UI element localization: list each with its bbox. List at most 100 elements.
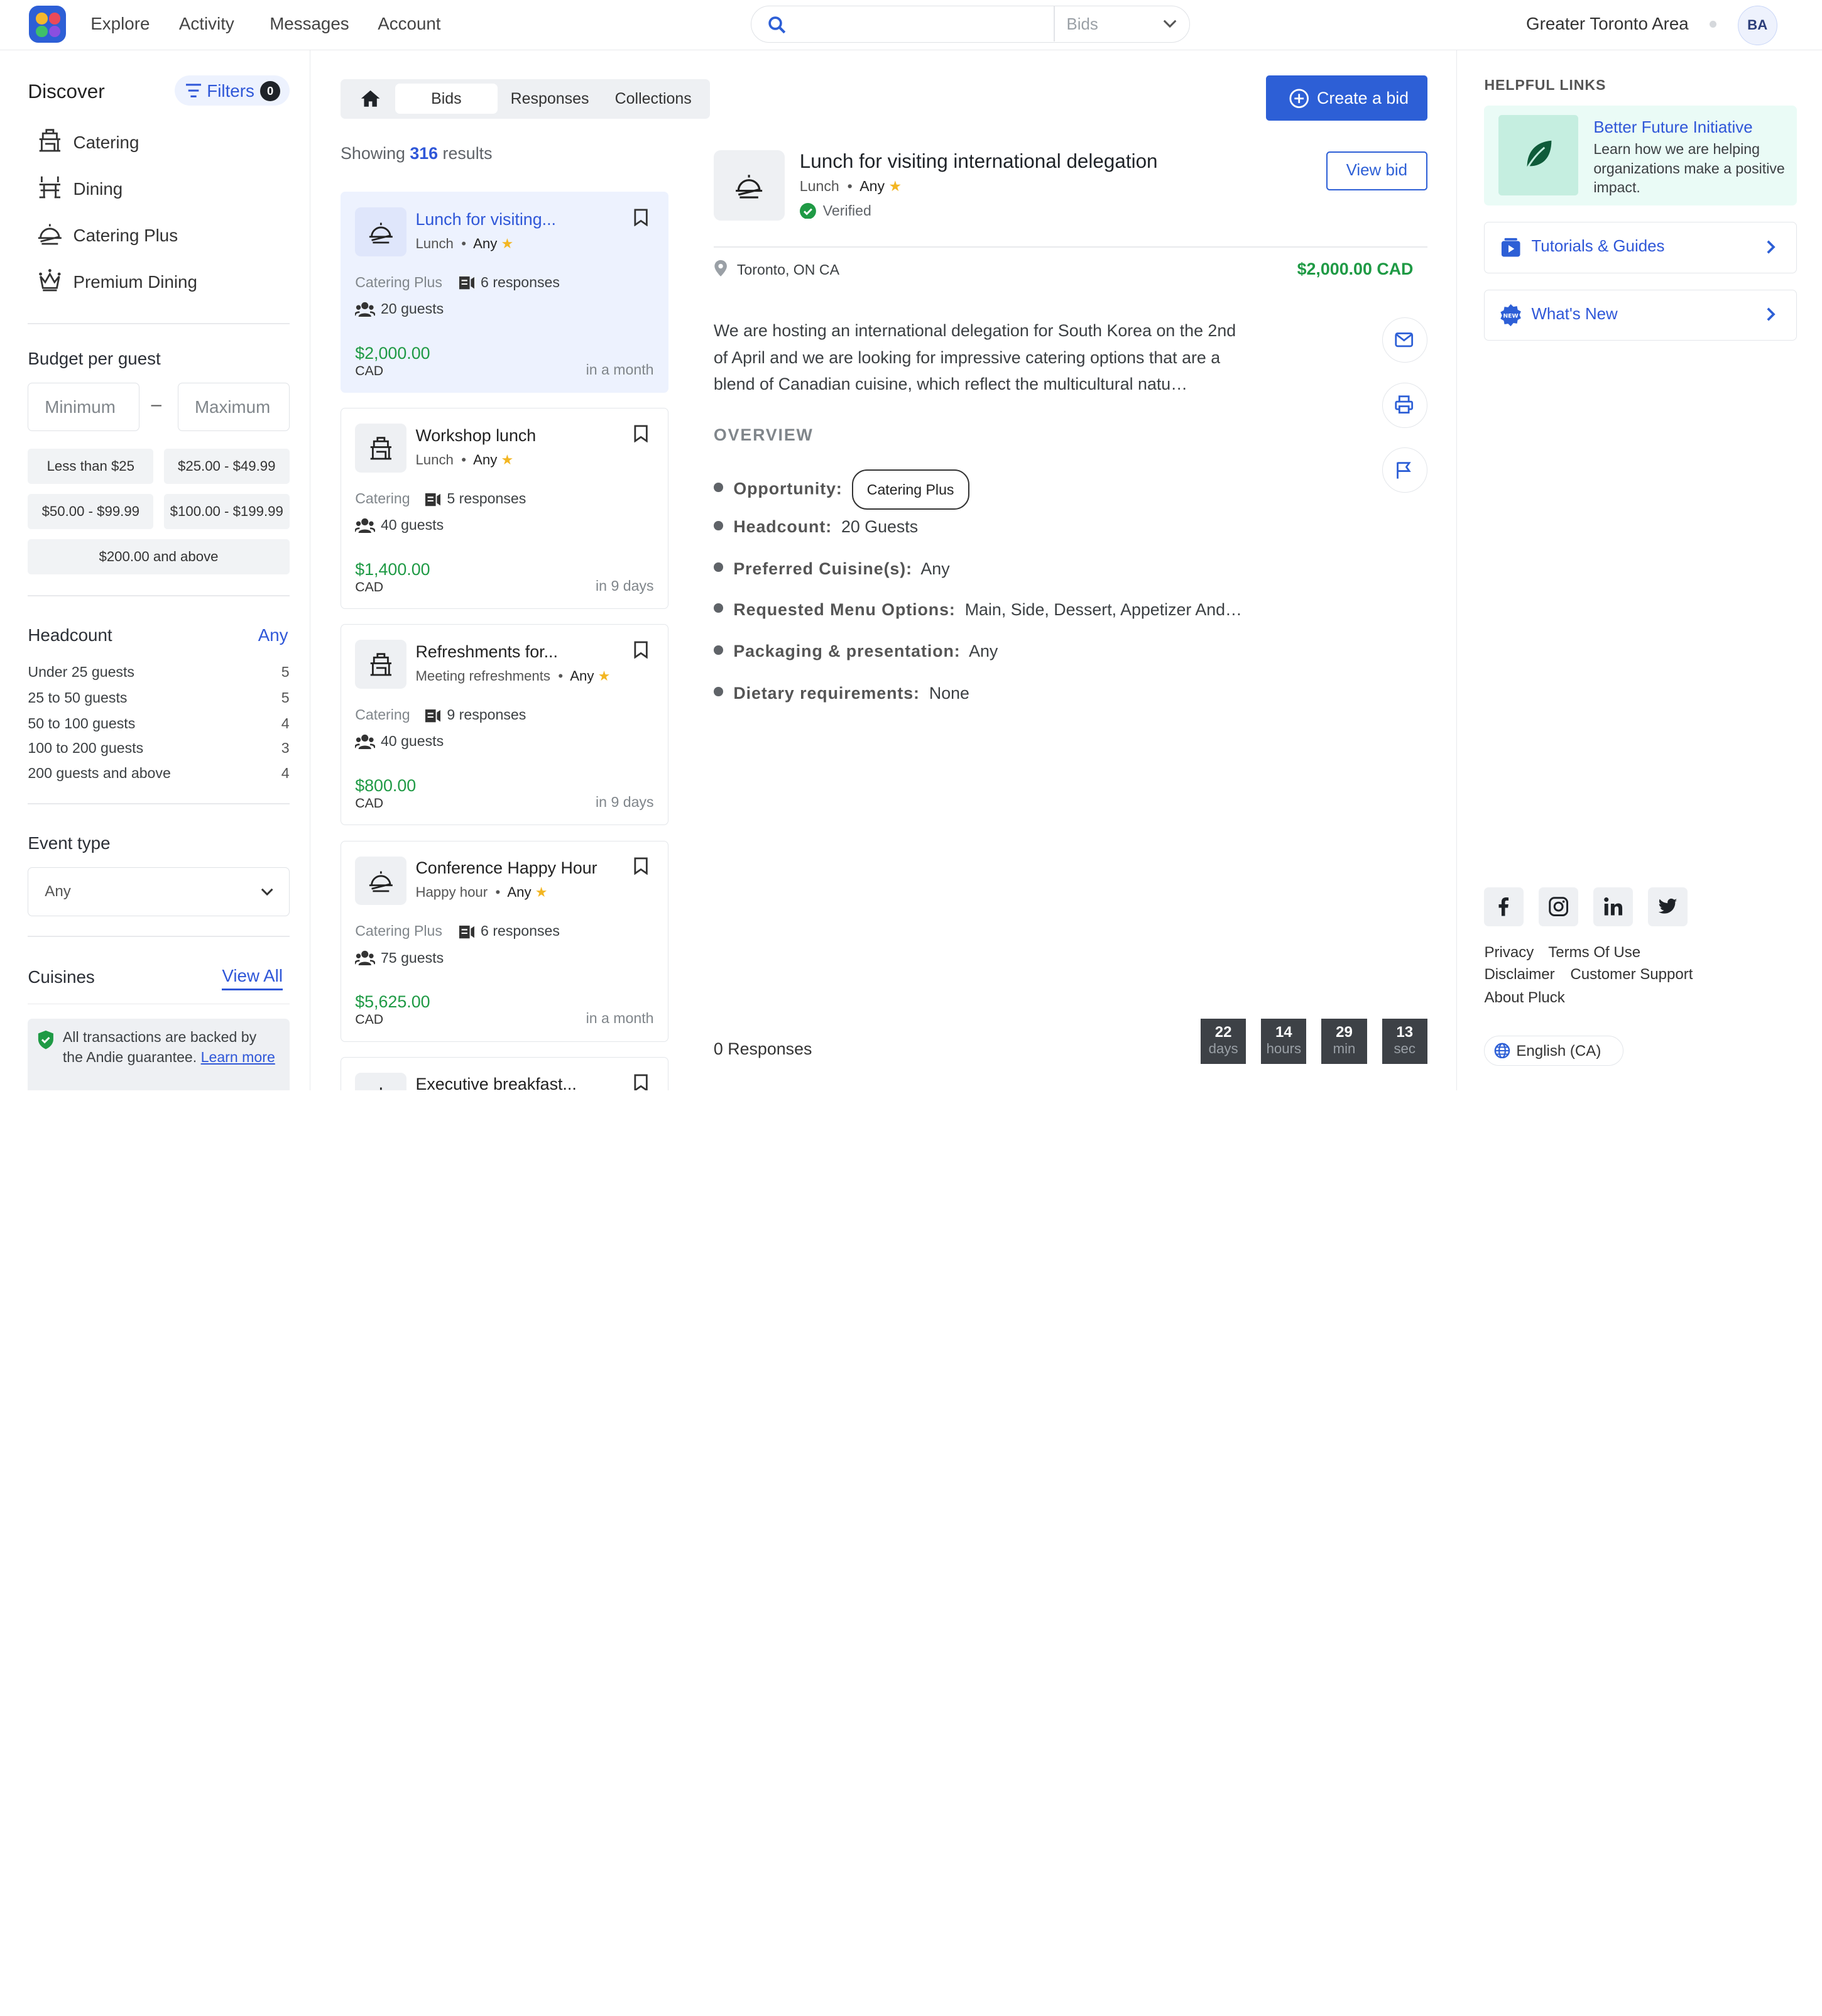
card-currency: CAD	[355, 363, 384, 379]
language-selector[interactable]: English (CA)	[1484, 1036, 1624, 1066]
budget-chip[interactable]: $25.00 - $49.99	[163, 449, 290, 484]
budget-chip[interactable]: Less than $25	[28, 449, 154, 484]
card-guests: 40 guests	[380, 517, 444, 534]
tutorials-link[interactable]: Tutorials & Guides	[1484, 222, 1797, 273]
top-nav: Explore Activity Messages Account Bids G…	[0, 0, 1822, 50]
create-bid-button[interactable]: Create a bid	[1265, 75, 1427, 121]
bid-card[interactable]: Executive breakfast...	[341, 1056, 668, 1091]
bookmark-icon[interactable]	[634, 209, 648, 226]
event-type-select[interactable]: Any	[28, 867, 290, 916]
cloche-icon	[736, 175, 763, 199]
opportunity-pill: Catering Plus	[851, 469, 969, 510]
region-selector[interactable]: Greater Toronto Area	[1526, 14, 1689, 34]
better-future-card[interactable]: Better Future Initiative Learn how we ar…	[1484, 106, 1797, 206]
headcount-option[interactable]: 25 to 50 guests 5	[28, 689, 289, 706]
search-icon	[768, 16, 786, 34]
countdown-hours: 14 hours	[1261, 1018, 1307, 1064]
budget-heading: Budget per guest	[28, 348, 161, 368]
card-price: $2,000.00	[355, 343, 430, 363]
search-scope-select[interactable]: Bids	[1066, 16, 1098, 34]
filters-button[interactable]: Filters 0	[174, 75, 290, 106]
facebook-button[interactable]	[1484, 887, 1524, 927]
card-deadline: in a month	[586, 1009, 654, 1026]
bid-detail-title: Lunch for visiting international delegat…	[799, 150, 1158, 172]
footer-privacy-link[interactable]: Privacy	[1484, 944, 1534, 961]
event-type-heading: Event type	[28, 833, 111, 853]
category-premium-dining[interactable]: Premium Dining	[37, 267, 197, 295]
headcount-option[interactable]: 50 to 100 guests 4	[28, 715, 289, 732]
card-title[interactable]: Refreshments for...	[415, 642, 558, 662]
guests-icon	[355, 518, 375, 534]
cuisines-view-all-link[interactable]: View All	[222, 966, 283, 991]
bid-card[interactable]: Conference Happy Hour Happy hour • Any ★…	[341, 840, 668, 1042]
overview-heading: OVERVIEW	[713, 425, 814, 445]
card-title[interactable]: Executive breakfast...	[415, 1075, 576, 1090]
overview-item: Opportunity: Catering Plus	[713, 469, 969, 510]
nav-activity[interactable]: Activity	[179, 14, 234, 34]
overview-item: Preferred Cuisine(s): Any	[713, 559, 950, 579]
guarantee-learn-more-link[interactable]: Learn more	[201, 1049, 275, 1065]
card-deadline: in 9 days	[596, 793, 654, 810]
cloche-icon	[369, 222, 393, 244]
divider	[28, 1003, 290, 1005]
guarantee-notice: All transactions are backed by the Andie…	[28, 1018, 290, 1091]
bid-card[interactable]: Workshop lunch Lunch • Any ★ Catering 5 …	[341, 408, 668, 610]
twitter-button[interactable]	[1648, 887, 1688, 927]
bid-card[interactable]: Lunch for visiting... Lunch • Any ★ Cate…	[341, 192, 668, 393]
footer-disclaimer-link[interactable]: Disclaimer	[1484, 966, 1554, 983]
budget-chip[interactable]: $50.00 - $99.99	[28, 494, 154, 529]
avatar[interactable]: BA	[1737, 6, 1777, 46]
location-pin-icon	[714, 260, 727, 277]
linkedin-icon	[1604, 897, 1623, 916]
budget-min-input[interactable]: Minimum	[28, 382, 139, 432]
footer-terms-link[interactable]: Terms Of Use	[1548, 944, 1640, 961]
tab-responses[interactable]: Responses	[499, 84, 599, 114]
card-title[interactable]: Conference Happy Hour	[415, 858, 597, 878]
footer-about-link[interactable]: About Pluck	[1484, 989, 1564, 1007]
bid-card[interactable]: Refreshments for... Meeting refreshments…	[341, 624, 668, 826]
nav-account[interactable]: Account	[378, 14, 440, 34]
headcount-option[interactable]: Under 25 guests 5	[28, 664, 289, 681]
message-button[interactable]	[1382, 317, 1427, 363]
linkedin-button[interactable]	[1593, 887, 1634, 927]
headcount-option[interactable]: 100 to 200 guests 3	[28, 740, 289, 757]
footer-support-link[interactable]: Customer Support	[1570, 966, 1693, 983]
discover-heading: Discover	[28, 80, 105, 102]
category-dining[interactable]: Dining	[37, 174, 123, 202]
report-button[interactable]	[1382, 447, 1427, 493]
tab-home[interactable]	[350, 84, 392, 114]
budget-max-input[interactable]: Maximum	[178, 382, 290, 432]
print-button[interactable]	[1382, 382, 1427, 428]
search-bar[interactable]: Bids	[751, 6, 1191, 43]
budget-chip[interactable]: $200.00 and above	[28, 539, 290, 574]
card-title[interactable]: Lunch for visiting...	[415, 210, 556, 229]
tab-bids[interactable]: Bids	[395, 84, 498, 114]
card-icon-box	[355, 207, 406, 256]
budget-chip[interactable]: $100.00 - $199.99	[163, 494, 290, 529]
bookmark-icon[interactable]	[634, 857, 648, 875]
app-logo[interactable]	[29, 6, 67, 43]
chevron-right-icon	[1767, 307, 1776, 322]
category-catering-plus[interactable]: Catering Plus	[37, 221, 178, 248]
whats-new-link[interactable]: NEW What's New	[1484, 289, 1797, 341]
tab-collections[interactable]: Collections	[602, 84, 704, 114]
nav-messages[interactable]: Messages	[270, 14, 349, 34]
countdown-seconds: 13 sec	[1382, 1018, 1427, 1064]
instagram-button[interactable]	[1539, 887, 1579, 927]
card-deadline: in a month	[586, 361, 654, 378]
card-icon-box	[355, 640, 406, 689]
bid-detail-subtitle: Lunch • Any ★	[799, 178, 902, 195]
separator-dot	[1710, 21, 1717, 28]
bid-detail-price: $2,000.00 CAD	[1297, 259, 1414, 278]
helpful-links-heading: HELPFUL LINKS	[1484, 77, 1607, 94]
bookmark-icon[interactable]	[634, 425, 648, 442]
category-catering[interactable]: Catering	[37, 128, 139, 155]
bookmark-icon[interactable]	[634, 641, 648, 659]
card-title[interactable]: Workshop lunch	[415, 426, 536, 446]
view-bid-button[interactable]: View bid	[1326, 151, 1427, 191]
nav-explore[interactable]: Explore	[90, 14, 150, 34]
headcount-any-link[interactable]: Any	[258, 625, 288, 645]
bookmark-icon[interactable]	[634, 1074, 648, 1091]
headcount-option[interactable]: 200 guests and above 4	[28, 765, 289, 782]
better-future-title[interactable]: Better Future Initiative	[1593, 119, 1752, 137]
